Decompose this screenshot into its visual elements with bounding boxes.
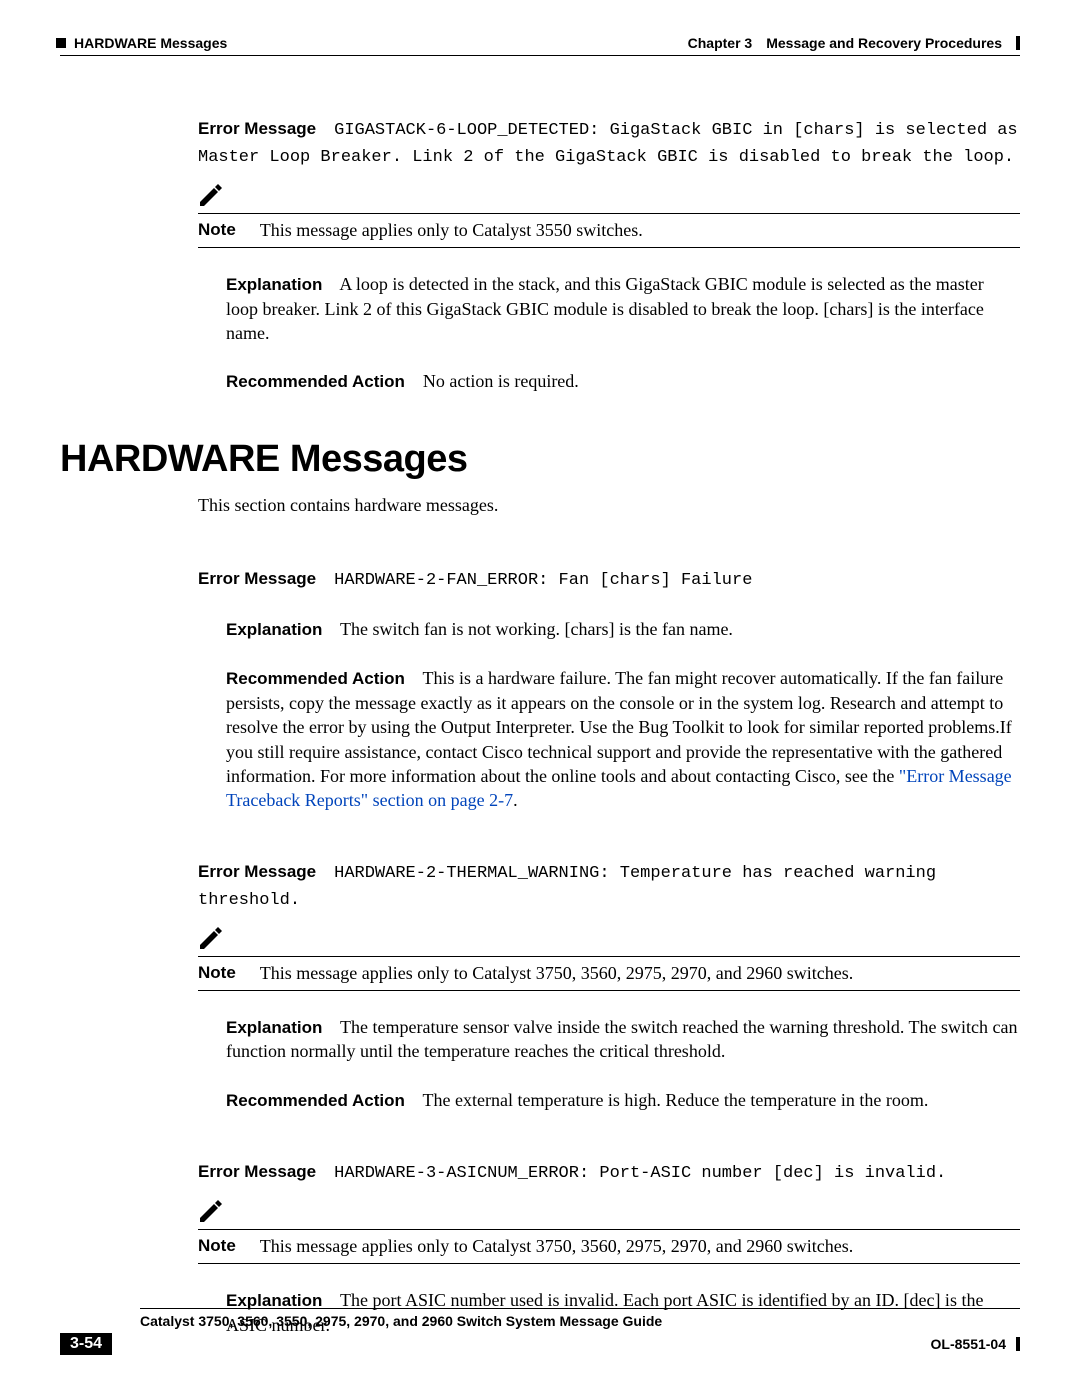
chapter-title: Message and Recovery Procedures [766, 35, 1002, 51]
error-message-block: Error Message HARDWARE-2-FAN_ERROR: Fan … [198, 566, 1020, 593]
chapter-label: Chapter 3 [688, 35, 753, 51]
error-message-label: Error Message [198, 1162, 316, 1181]
error-message-label: Error Message [198, 569, 316, 588]
note-label: Note [198, 1236, 236, 1256]
pencil-icon [198, 927, 224, 949]
action-block: Recommended Action The external temperat… [198, 1088, 1020, 1113]
footer-right: OL-8551-04 [931, 1336, 1020, 1352]
action-label: Recommended Action [226, 669, 405, 688]
explanation-text: The switch fan is not working. [chars] i… [340, 619, 733, 639]
doc-id: OL-8551-04 [931, 1336, 1006, 1352]
page: HARDWARE Messages Chapter 3 Message and … [0, 0, 1080, 1397]
note-text: This message applies only to Catalyst 37… [260, 963, 853, 984]
header-rule [60, 55, 1020, 56]
action-text: No action is required. [423, 371, 579, 391]
error-message-code: HARDWARE-2-FAN_ERROR: Fan [chars] Failur… [334, 571, 752, 590]
note-label: Note [198, 963, 236, 983]
explanation-label: Explanation [226, 275, 322, 294]
page-header: HARDWARE Messages Chapter 3 Message and … [60, 35, 1020, 51]
explanation-block: Explanation A loop is detected in the st… [198, 272, 1020, 346]
note-text: This message applies only to Catalyst 37… [260, 1236, 853, 1257]
explanation-label: Explanation [226, 1018, 322, 1037]
explanation-text: A loop is detected in the stack, and thi… [226, 274, 984, 343]
bar-icon [1016, 1337, 1020, 1351]
content: Error Message GIGASTACK-6-LOOP_DETECTED:… [60, 116, 1020, 1337]
pencil-icon [198, 184, 224, 206]
header-right: Chapter 3 Message and Recovery Procedure… [688, 35, 1020, 51]
error-message-label: Error Message [198, 862, 316, 881]
error-message-block: Error Message HARDWARE-3-ASICNUM_ERROR: … [198, 1159, 1020, 1186]
header-section: HARDWARE Messages [74, 35, 227, 51]
bar-icon [1016, 36, 1020, 50]
action-label: Recommended Action [226, 1091, 405, 1110]
footer-guide-title: Catalyst 3750, 3560, 3550, 2975, 2970, a… [140, 1313, 1020, 1329]
note-block: Note This message applies only to Cataly… [198, 1200, 1020, 1264]
action-label: Recommended Action [226, 372, 405, 391]
explanation-block: Explanation The switch fan is not workin… [198, 617, 1020, 642]
note-block: Note This message applies only to Cataly… [198, 927, 1020, 991]
note-block: Note This message applies only to Cataly… [198, 184, 1020, 248]
explanation-text: The temperature sensor valve inside the … [226, 1017, 1017, 1062]
page-footer: Catalyst 3750, 3560, 3550, 2975, 2970, a… [60, 1308, 1020, 1355]
pencil-icon [198, 1200, 224, 1222]
header-left: HARDWARE Messages [56, 35, 227, 51]
footer-rule [140, 1308, 1020, 1309]
page-number-badge: 3-54 [60, 1333, 112, 1355]
error-message-block: Error Message GIGASTACK-6-LOOP_DETECTED:… [198, 116, 1020, 170]
section-intro: This section contains hardware messages. [198, 495, 1020, 516]
action-text-after: . [513, 790, 518, 810]
error-message-block: Error Message HARDWARE-2-THERMAL_WARNING… [198, 859, 1020, 913]
action-block: Recommended Action This is a hardware fa… [198, 666, 1020, 812]
action-block: Recommended Action No action is required… [198, 369, 1020, 394]
section-title: HARDWARE Messages [60, 438, 1020, 481]
explanation-block: Explanation The temperature sensor valve… [198, 1015, 1020, 1064]
note-text: This message applies only to Catalyst 35… [260, 220, 643, 241]
error-message-label: Error Message [198, 119, 316, 138]
bullet-icon [56, 38, 66, 48]
explanation-label: Explanation [226, 1291, 322, 1310]
action-text: The external temperature is high. Reduce… [423, 1090, 929, 1110]
explanation-label: Explanation [226, 620, 322, 639]
note-label: Note [198, 220, 236, 240]
error-message-code: HARDWARE-3-ASICNUM_ERROR: Port-ASIC numb… [334, 1164, 946, 1183]
